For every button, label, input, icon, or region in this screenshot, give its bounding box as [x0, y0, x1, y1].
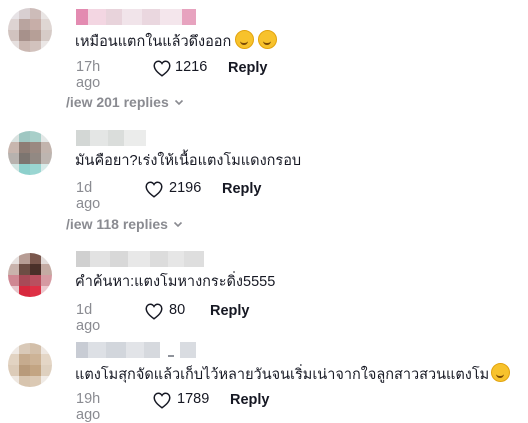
- comment-text-body: คำค้นหา:แตงโมหางกระดิ่ง5555: [75, 274, 276, 290]
- username-blurred[interactable]: [76, 251, 204, 267]
- rolling-laughing-emoji: [258, 30, 278, 49]
- comment-item: เหมือนแตกในแล้วดึงออก 17h ago 1216 Reply…: [0, 0, 528, 112]
- reply-button[interactable]: Reply: [222, 181, 262, 197]
- timestamp: 19h ago: [76, 391, 101, 423]
- timestamp: 1d ago: [76, 302, 101, 334]
- comment-item: คำค้นหา:แตงโมหางกระดิ่ง5555 1d ago 80 Re…: [0, 244, 528, 334]
- timestamp: 17h ago: [76, 59, 101, 91]
- view-replies-button[interactable]: /iew 201 replies: [66, 94, 184, 110]
- rolling-laughing-emoji: [235, 30, 255, 49]
- chevron-down-icon: [173, 221, 183, 228]
- comment-text: เหมือนแตกในแล้วดึงออก: [75, 30, 278, 52]
- comment-text-body: เหมือนแตกในแล้วดึงออก: [75, 34, 232, 50]
- like-count: 80: [169, 302, 186, 318]
- reply-button[interactable]: Reply: [230, 392, 270, 408]
- reply-button[interactable]: Reply: [210, 303, 250, 319]
- like-count: 1216: [175, 59, 208, 75]
- avatar[interactable]: [8, 131, 52, 175]
- heart-outline-icon[interactable]: [152, 391, 172, 409]
- avatar[interactable]: [8, 253, 52, 297]
- username-blurred[interactable]: [76, 130, 146, 146]
- view-replies-label: /iew 118 replies: [66, 216, 168, 232]
- like-count: 2196: [169, 180, 202, 196]
- like-count: 1789: [177, 391, 210, 407]
- avatar[interactable]: [8, 8, 52, 52]
- comment-text: มันคือยา?เร่งให้เนื้อแตงโมแดงกรอบ: [75, 151, 301, 171]
- smiling-face-emoji: [491, 363, 511, 382]
- username-blurred[interactable]: [76, 9, 196, 25]
- comment-item: แตงโมสุกจัดแล้วเก็บไว้หลายวันจนเริ่มเน่า…: [0, 334, 528, 423]
- view-replies-label: /iew 201 replies: [66, 94, 169, 110]
- heart-outline-icon[interactable]: [144, 180, 164, 198]
- chevron-down-icon: [174, 99, 183, 106]
- avatar[interactable]: [8, 343, 52, 387]
- timestamp: 1d ago: [76, 180, 101, 212]
- heart-outline-icon[interactable]: [144, 302, 164, 320]
- reply-button[interactable]: Reply: [228, 60, 268, 76]
- comment-text: คำค้นหา:แตงโมหางกระดิ่ง5555: [75, 272, 275, 292]
- view-replies-button[interactable]: /iew 118 replies: [66, 216, 183, 232]
- username-blurred[interactable]: [76, 342, 196, 358]
- comment-text-body: แตงโมสุกจัดแล้วเก็บไว้หลายวันจนเริ่มเน่า…: [75, 367, 490, 383]
- comment-text: แตงโมสุกจัดแล้วเก็บไว้หลายวันจนเริ่มเน่า…: [75, 363, 511, 385]
- comment-item: มันคือยา?เร่งให้เนื้อแตงโมแดงกรอบ 1d ago…: [0, 122, 528, 234]
- heart-outline-icon[interactable]: [152, 59, 172, 77]
- comment-text-body: มันคือยา?เร่งให้เนื้อแตงโมแดงกรอบ: [75, 153, 302, 169]
